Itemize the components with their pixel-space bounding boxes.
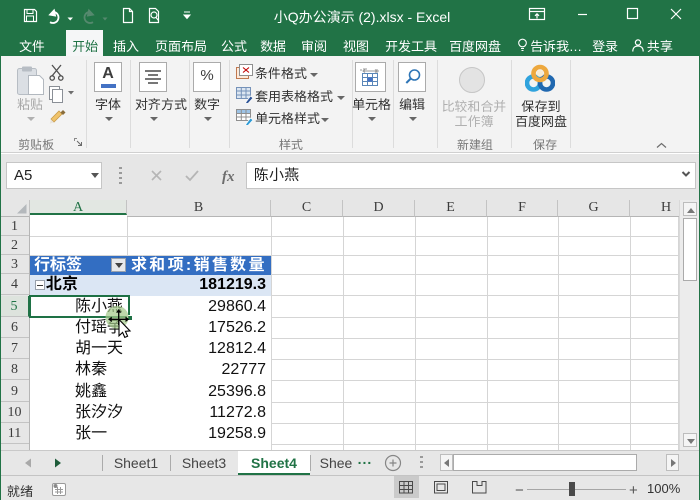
svg-text:fx: fx <box>222 169 235 185</box>
